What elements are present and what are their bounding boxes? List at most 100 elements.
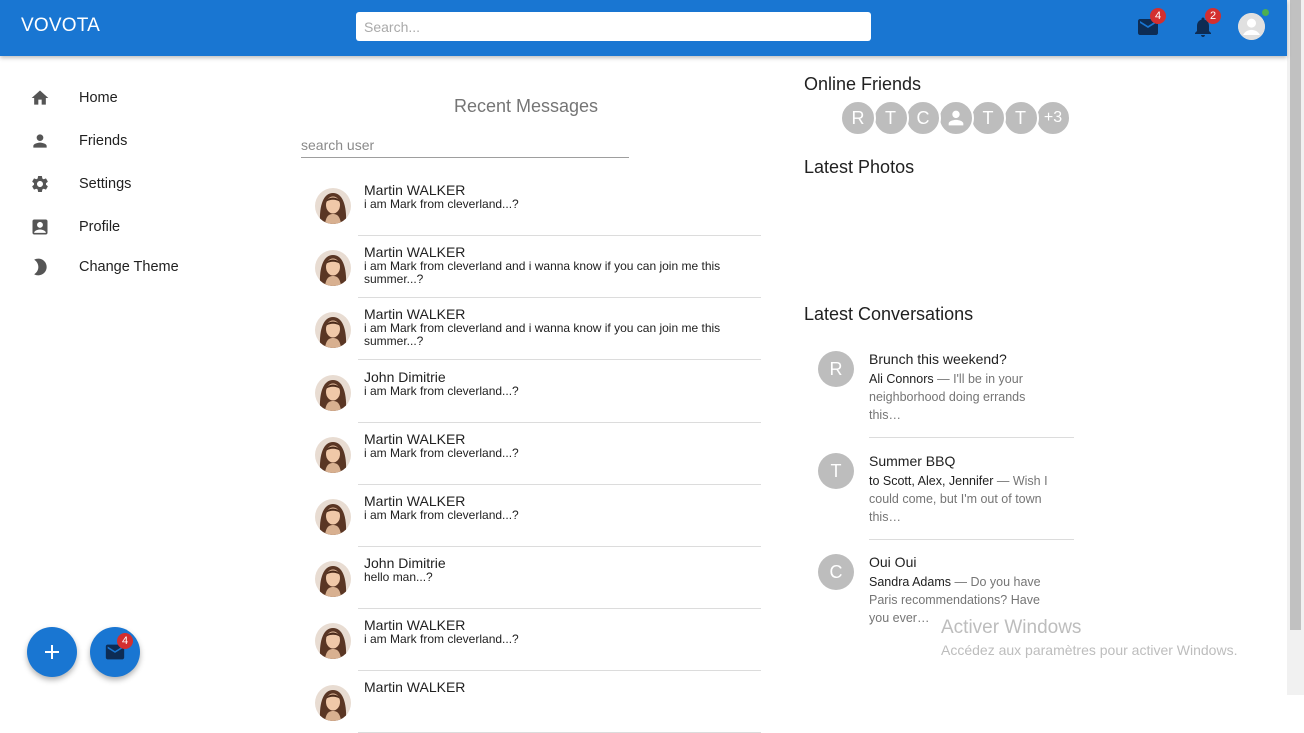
sidebar-item-change-theme[interactable]: Change Theme (0, 249, 260, 285)
contact-card-icon (32, 219, 48, 235)
online-friends-title: Online Friends (804, 74, 922, 94)
avatar (315, 188, 351, 224)
conversation-title: Brunch this weekend? (869, 351, 1007, 367)
message-sender: Martin WALKER (364, 617, 466, 633)
sidebar-item-label: Settings (79, 176, 132, 192)
conversation-preview: to Scott, Alex, Jennifer — Wish I could … (869, 472, 1059, 526)
message-preview: i am Mark from cleverland...? (364, 632, 519, 646)
profile-photo (315, 623, 351, 659)
person-icon (33, 134, 47, 148)
friend-avatar[interactable] (937, 100, 974, 136)
message-preview: i am Mark from cleverland...? (364, 197, 519, 211)
message-list-item[interactable]: John Dimitrie i am Mark from cleverland..… (301, 361, 761, 423)
message-sender: Martin WALKER (364, 182, 466, 198)
plus-icon (45, 645, 59, 659)
notifications-badge: 2 (1205, 8, 1221, 24)
message-sender: Martin WALKER (364, 431, 466, 447)
profile-photo (315, 250, 351, 286)
conversation-participants: Sandra Adams (869, 575, 951, 589)
conversation-preview: Ali Connors — I'll be in your neighborho… (869, 370, 1059, 424)
friend-avatar[interactable]: R (840, 100, 876, 136)
friend-avatar[interactable]: T (970, 100, 1006, 136)
person-icon (948, 110, 963, 126)
divider (869, 539, 1074, 540)
avatar (315, 375, 351, 411)
conversation-avatar: C (818, 554, 854, 590)
conversation-avatar: T (818, 453, 854, 489)
scrollbar-thumb[interactable] (1290, 0, 1301, 630)
message-sender: Martin WALKER (364, 493, 466, 509)
message-preview: i am Mark from cleverland...? (364, 508, 519, 522)
message-preview: i am Mark from cleverland...? (364, 446, 519, 460)
user-search-input[interactable] (301, 133, 629, 158)
message-list-item[interactable]: Martin WALKER i am Mark from cleverland a… (301, 298, 761, 360)
message-list-item[interactable]: Martin WALKER i am Mark from cleverland..… (301, 423, 761, 485)
conversation-item[interactable]: R Brunch this weekend? Ali Connors — I'll … (804, 345, 1084, 445)
avatar (315, 250, 351, 286)
fab-mail-badge: 4 (117, 633, 133, 649)
mail-button[interactable]: 4 (1136, 8, 1166, 40)
sidebar-item-label: Change Theme (79, 259, 179, 275)
activation-watermark-title: Activer Windows (941, 617, 1082, 638)
message-list-item[interactable]: Martin WALKER i am Mark from cleverland a… (301, 236, 761, 298)
message-list-item[interactable]: Martin WALKER i am Mark from cleverland..… (301, 485, 761, 547)
message-preview: i am Mark from cleverland...? (364, 384, 519, 398)
messages-fab-button[interactable]: 4 (90, 627, 140, 677)
recent-messages-title: Recent Messages (453, 96, 599, 116)
avatar (315, 561, 351, 597)
home-icon (31, 90, 49, 105)
sidebar-item-label: Profile (79, 219, 121, 235)
divider (358, 359, 761, 360)
friend-avatar[interactable]: C (905, 100, 941, 136)
latest-conversations-title: Latest Conversations (804, 304, 974, 324)
search-input[interactable] (356, 12, 871, 41)
friend-avatar[interactable]: T (1002, 100, 1039, 136)
conversation-item[interactable]: T Summer BBQ to Scott, Alex, Jennifer — Wi… (804, 447, 1084, 547)
avatar (315, 499, 351, 535)
message-preview: i am Mark from cleverland and i wanna kn… (364, 321, 721, 348)
profile-photo (315, 188, 351, 224)
sidebar-item-friends[interactable]: Friends (0, 123, 260, 159)
conversation-participants: to Scott, Alex, Jennifer (869, 474, 994, 488)
moon-icon (34, 258, 47, 276)
conversation-title: Oui Oui (869, 554, 917, 570)
latest-photos-title: Latest Photos (804, 157, 915, 177)
message-preview: hello man...? (364, 570, 433, 584)
user-avatar-button[interactable] (1238, 13, 1265, 40)
message-preview: i am Mark from cleverland and i wanna kn… (364, 259, 721, 286)
message-list-item[interactable]: Martin WALKER (301, 671, 761, 733)
activation-watermark-text: Accédez aux paramètres pour activer Wind… (941, 642, 1238, 658)
gear-icon (32, 175, 48, 192)
message-sender: Martin WALKER (364, 244, 466, 260)
mail-badge: 4 (1150, 8, 1166, 24)
avatar (315, 437, 351, 473)
message-sender: Martin WALKER (364, 306, 466, 322)
app-bar: VOVOTA 4 2 (0, 0, 1287, 56)
profile-photo (315, 375, 351, 411)
conversation-participants: Ali Connors (869, 372, 934, 386)
message-sender: John Dimitrie (364, 555, 446, 571)
conversation-title: Summer BBQ (869, 453, 956, 469)
account-icon (1238, 13, 1265, 40)
sidebar-item-label: Friends (79, 133, 128, 149)
add-button[interactable] (27, 627, 77, 677)
profile-photo (315, 312, 351, 348)
sidebar-item-home[interactable]: Home (0, 80, 260, 116)
sidebar-item-settings[interactable]: Settings (0, 166, 260, 202)
message-sender: Martin WALKER (364, 679, 466, 695)
brand-logo[interactable]: VOVOTA (21, 15, 100, 37)
message-list-item[interactable]: John Dimitrie hello man...? (301, 547, 761, 609)
profile-photo (315, 499, 351, 535)
sidebar-item-profile[interactable]: Profile (0, 209, 260, 245)
more-friends-count[interactable]: +3 (1035, 100, 1071, 136)
conversation-avatar: R (818, 351, 854, 387)
avatar (315, 685, 351, 721)
message-sender: John Dimitrie (364, 369, 446, 385)
message-list-item[interactable]: Martin WALKER i am Mark from cleverland..… (301, 174, 761, 236)
friend-avatar[interactable]: T (872, 100, 909, 136)
message-list-item[interactable]: Martin WALKER i am Mark from cleverland..… (301, 609, 761, 671)
sidebar-item-label: Home (79, 90, 118, 106)
profile-photo (315, 561, 351, 597)
notifications-button[interactable]: 2 (1191, 8, 1221, 40)
divider (869, 437, 1074, 438)
